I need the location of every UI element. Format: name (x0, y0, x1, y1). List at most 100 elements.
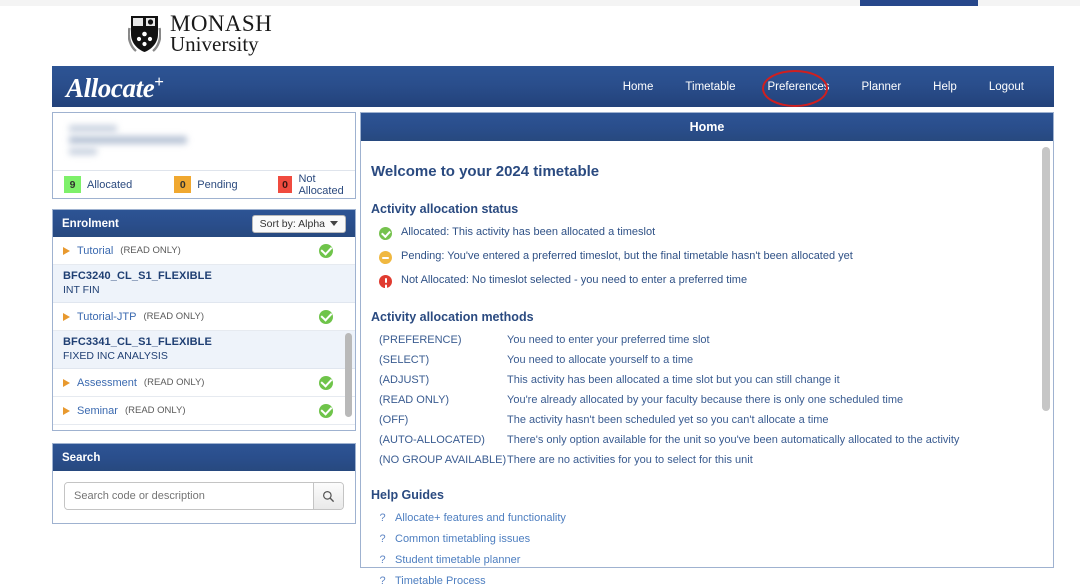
main-panel: Home Welcome to your 2024 timetable Acti… (360, 112, 1054, 587)
list-item[interactable]: Assessment (READ ONLY) (53, 369, 355, 397)
nav-planner[interactable]: Planner (846, 81, 918, 93)
help-guide-link[interactable]: Student timetable planner (395, 554, 520, 566)
list-item[interactable]: ? Student timetable planner (379, 554, 1029, 566)
question-mark-icon: ? (379, 512, 386, 524)
list-item[interactable]: ? Allocate+ features and functionality (379, 512, 1029, 524)
brand-plus: + (154, 72, 164, 91)
nav-preferences[interactable]: Preferences (752, 81, 846, 93)
activity-name[interactable]: Tutorial (77, 245, 113, 257)
enrolment-scrollbar[interactable] (345, 333, 352, 417)
redacted-id (69, 148, 97, 155)
unit-name: INT FIN (63, 284, 100, 296)
status-allocated: 9 Allocated (64, 176, 132, 193)
table-row: (READ ONLY) You're already allocated by … (379, 394, 1029, 406)
main-nav: Home Timetable Preferences Planner Help … (607, 66, 1040, 107)
method-key: (NO GROUP AVAILABLE) (379, 454, 507, 466)
status-not-allocated-label: Not Allocated (298, 172, 344, 197)
question-mark-icon: ? (379, 575, 386, 587)
method-key: (READ ONLY) (379, 394, 450, 406)
methods-section-title: Activity allocation methods (371, 310, 534, 324)
expand-triangle-icon[interactable] (63, 378, 70, 387)
enrolment-panel-header: Enrolment Sort by: Alpha (53, 210, 355, 237)
expand-triangle-icon[interactable] (63, 312, 70, 321)
list-item[interactable]: ? Timetable Process (379, 575, 1029, 587)
methods-table: (PREFERENCE) You need to enter your pref… (379, 334, 1029, 466)
status-not-allocated: 0 Not Allocated (277, 172, 355, 197)
top-bar-fragment (860, 0, 978, 6)
method-value: You need to enter your preferred time sl… (507, 334, 710, 346)
search-button[interactable] (313, 483, 343, 509)
method-value: You need to allocate yourself to a time (507, 354, 694, 366)
list-item[interactable]: ? Common timetabling issues (379, 533, 1029, 545)
question-mark-icon: ? (379, 533, 386, 545)
nav-logout[interactable]: Logout (973, 81, 1040, 93)
table-row: (PREFERENCE) You need to enter your pref… (379, 334, 1029, 346)
activity-mode: (READ ONLY) (143, 377, 205, 388)
welcome-heading: Welcome to your 2024 timetable (371, 163, 600, 180)
enrolment-list[interactable]: Tutorial (READ ONLY) BFC3240_CL_S1_FLEXI… (53, 237, 355, 430)
list-item[interactable]: BFC3240_CL_S1_FLEXIBLE INT FIN (53, 265, 355, 303)
help-guides-list: ? Allocate+ features and functionality ?… (379, 512, 1029, 587)
help-guide-link[interactable]: Allocate+ features and functionality (395, 512, 566, 524)
search-panel: Search (52, 443, 356, 524)
user-summary-card: 9 Allocated 0 Pending 0 Not Allocated (52, 112, 356, 199)
activity-mode: (READ ONLY) (120, 245, 181, 256)
nav-timetable[interactable]: Timetable (669, 81, 751, 93)
guides-section-title: Help Guides (371, 488, 444, 502)
enrolment-panel: Enrolment Sort by: Alpha Tutorial (READ … (52, 209, 356, 431)
nav-help[interactable]: Help (917, 81, 973, 93)
check-circle-icon (319, 243, 333, 258)
app-banner: Allocate+ Home Timetable Preferences Pla… (52, 66, 1054, 107)
list-item[interactable]: Seminar (READ ONLY) (53, 397, 355, 425)
status-legend-text: Pending: You've entered a preferred time… (401, 250, 853, 262)
help-guide-link[interactable]: Common timetabling issues (395, 533, 530, 545)
status-legend-text: Allocated: This activity has been alloca… (401, 226, 656, 238)
method-key: (PREFERENCE) (379, 334, 462, 346)
list-item[interactable]: BFC3341_CL_S1_FLEXIBLE FIXED INC ANALYSI… (53, 331, 355, 369)
check-circle-icon (319, 375, 333, 390)
main-panel-header: Home (361, 113, 1053, 141)
main-scrollbar-thumb[interactable] (1042, 147, 1050, 411)
unit-code: BFC3341_CL_S1_FLEXIBLE (63, 336, 212, 348)
check-circle-icon (319, 309, 333, 324)
search-body (53, 471, 355, 523)
status-allocated-count: 9 (64, 176, 81, 193)
question-mark-icon: ? (379, 554, 386, 566)
table-row: (OFF) The activity hasn't been scheduled… (379, 414, 1029, 426)
status-pending-label: Pending (197, 178, 238, 191)
status-legend-item: Pending: You've entered a preferred time… (379, 250, 1029, 264)
status-legend-text: Not Allocated: No timeslot selected - yo… (401, 274, 748, 286)
method-key: (AUTO-ALLOCATED) (379, 434, 485, 446)
sort-by-dropdown[interactable]: Sort by: Alpha (251, 214, 346, 233)
expand-triangle-icon[interactable] (63, 246, 70, 255)
table-row: (ADJUST) This activity has been allocate… (379, 374, 1029, 386)
monash-shield-icon (128, 15, 161, 52)
search-icon (323, 490, 335, 502)
list-item[interactable]: Tutorial (READ ONLY) (53, 237, 355, 265)
main-panel-body: Welcome to your 2024 timetable Activity … (361, 141, 1053, 587)
allocate-plus-page: MONASH University Allocate+ Home Timetab… (0, 0, 1080, 587)
status-not-allocated-count: 0 (277, 176, 293, 193)
monash-logo: MONASH University (128, 12, 272, 55)
sidebar: 9 Allocated 0 Pending 0 Not Allocated En… (52, 112, 356, 524)
method-key: (ADJUST) (379, 374, 430, 386)
help-guide-link[interactable]: Timetable Process (395, 575, 486, 587)
search-input[interactable] (65, 483, 313, 509)
method-key: (OFF) (379, 414, 409, 426)
list-item[interactable]: Tutorial (READ ONLY) (53, 425, 355, 430)
search-panel-header: Search (53, 444, 355, 471)
list-item[interactable]: Tutorial-JTP (READ ONLY) (53, 303, 355, 331)
activity-name[interactable]: Seminar (77, 405, 118, 417)
activity-mode: (READ ONLY) (143, 311, 205, 322)
logo-line-2: University (170, 32, 259, 56)
expand-triangle-icon[interactable] (63, 406, 70, 415)
nav-home[interactable]: Home (607, 81, 670, 93)
activity-name[interactable]: Assessment (77, 377, 137, 389)
activity-name[interactable]: Tutorial-JTP (77, 311, 137, 323)
unit-name: FIXED INC ANALYSIS (63, 350, 168, 362)
app-brand: Allocate+ (66, 72, 164, 104)
brand-text: Allocate (66, 73, 155, 103)
status-allocated-label: Allocated (87, 178, 133, 191)
status-legend-item: Not Allocated: No timeslot selected - yo… (379, 274, 1029, 288)
search-box[interactable] (64, 482, 344, 510)
